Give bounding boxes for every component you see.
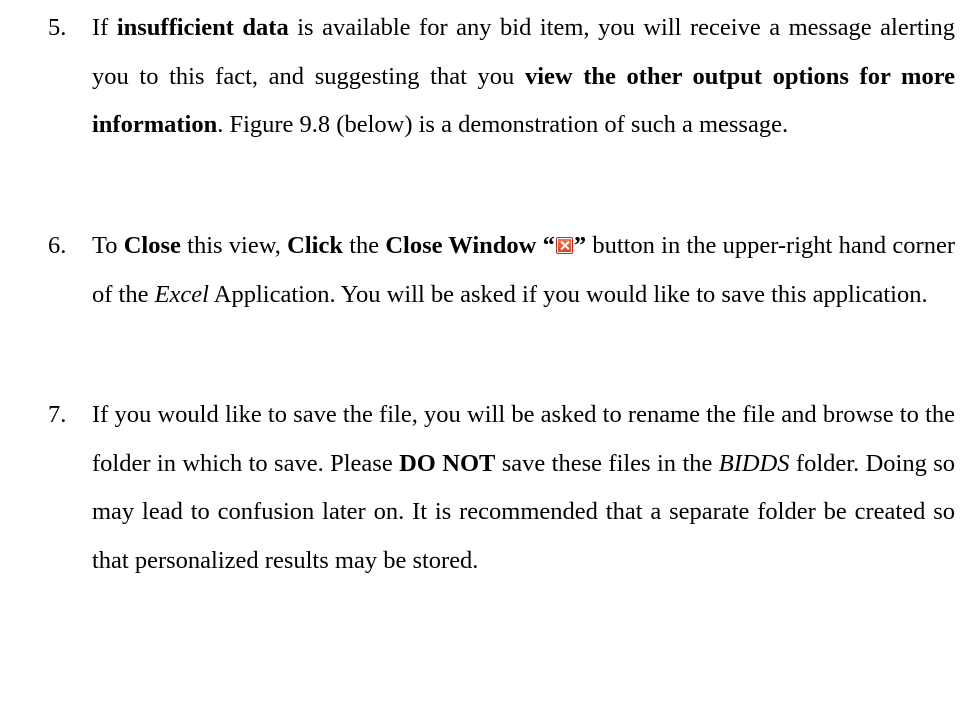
item-number: 7. bbox=[48, 401, 67, 428]
document-page: 5. If insufficient data is available for… bbox=[0, 0, 980, 717]
item-text: If you would like to save the file, you … bbox=[92, 401, 956, 574]
item-text: To Close this view, Click the Close Wind… bbox=[92, 232, 955, 308]
item-number: 5. bbox=[48, 14, 67, 41]
close-window-icon bbox=[555, 237, 573, 254]
list-item-6: 6. To Close this view, Click the Close W… bbox=[48, 222, 955, 319]
item-number: 6. bbox=[48, 232, 67, 259]
emphasis-insufficient-data: insufficient data bbox=[116, 14, 289, 41]
list-item-7: 7. If you would like to save the file, y… bbox=[48, 391, 955, 585]
item-text: If insufficient data is available for an… bbox=[92, 14, 956, 138]
list-item-5: 5. If insufficient data is available for… bbox=[48, 4, 955, 150]
